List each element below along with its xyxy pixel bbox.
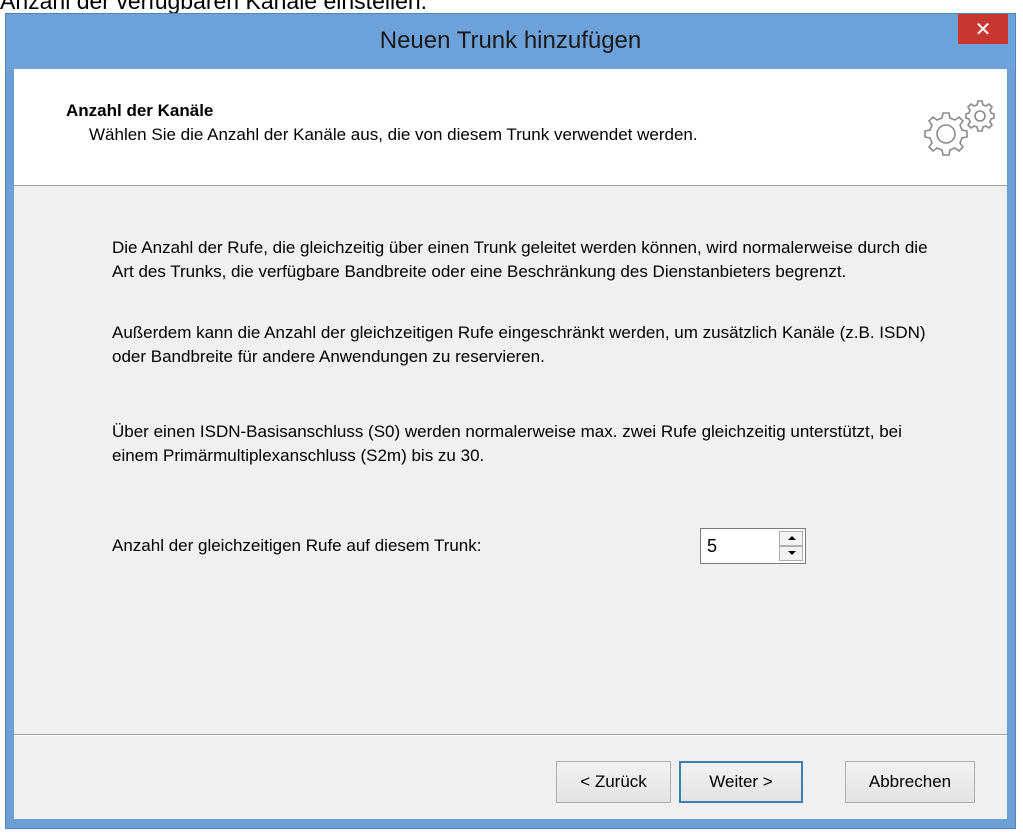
next-button[interactable]: Weiter > [679, 761, 803, 803]
description-paragraph-1: Die Anzahl der Rufe, die gleichzeitig üb… [112, 238, 928, 281]
title-bar[interactable]: Neuen Trunk hinzufügen ✕ [6, 14, 1015, 69]
channels-count-label: Anzahl der gleichzeitigen Rufe auf diese… [112, 536, 482, 555]
spin-up-button[interactable] [779, 531, 803, 546]
wizard-header: Anzahl der Kanäle Wählen Sie die Anzahl … [14, 69, 1007, 186]
close-button[interactable]: ✕ [958, 14, 1008, 44]
gears-icon [924, 100, 995, 156]
description-paragraph-3: Über einen ISDN-Basisanschluss (S0) werd… [112, 422, 902, 465]
spin-down-button[interactable] [779, 546, 803, 561]
channels-count-stepper[interactable] [700, 528, 806, 564]
window-title: Neuen Trunk hinzufügen [379, 27, 642, 54]
cancel-button[interactable]: Abbrechen [845, 761, 975, 803]
back-button[interactable]: < Zurück [556, 761, 671, 803]
dialog-window: Neuen Trunk hinzufügen ✕ Anzahl der Kanä… [5, 13, 1016, 829]
footer-separator [14, 734, 1007, 736]
header-subtitle: Wählen Sie die Anzahl der Kanäle aus, di… [89, 125, 698, 144]
header-title: Anzahl der Kanäle [66, 101, 214, 120]
channels-count-input[interactable] [707, 533, 767, 559]
description-paragraph-2: Außerdem kann die Anzahl der gleichzeiti… [112, 323, 926, 366]
dialog-client-area: Anzahl der Kanäle Wählen Sie die Anzahl … [14, 69, 1007, 819]
